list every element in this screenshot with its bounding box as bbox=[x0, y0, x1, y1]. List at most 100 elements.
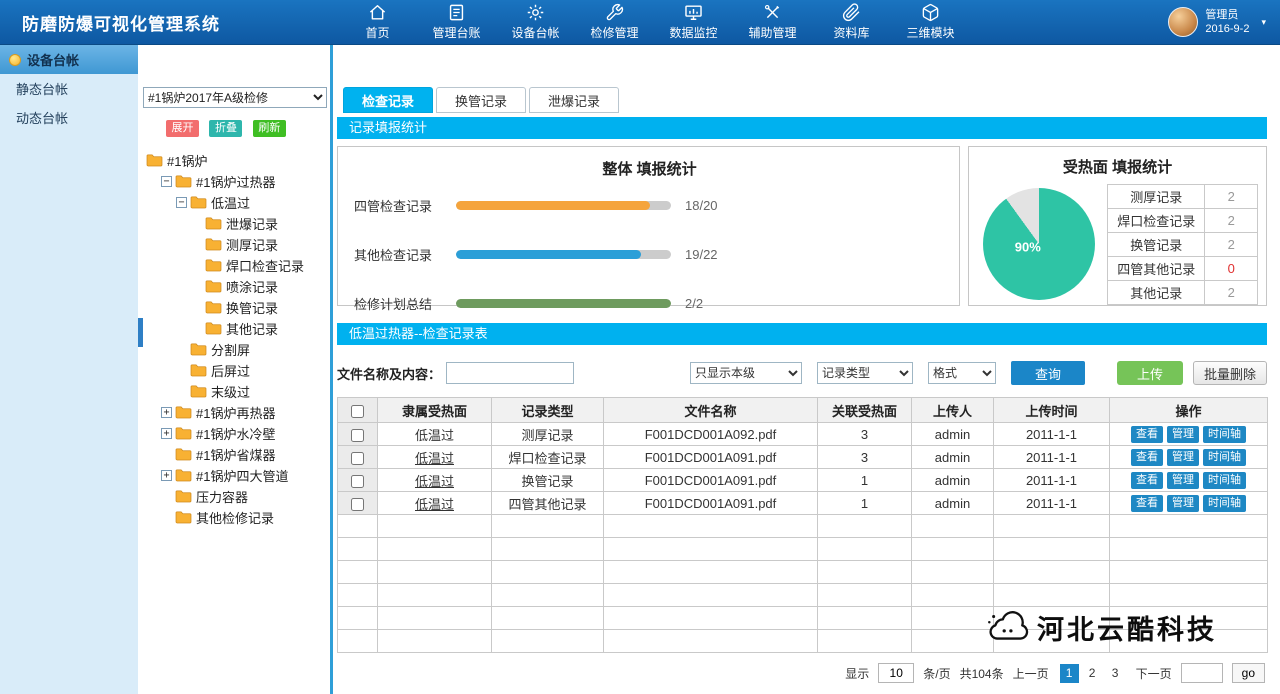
tree-node-label: #1锅炉水冷壁 bbox=[196, 424, 275, 443]
row-checkbox[interactable] bbox=[351, 475, 364, 488]
user-box[interactable]: 管理员 2016-9-2 ▾ bbox=[1168, 7, 1280, 37]
tree-node[interactable]: #1锅炉省煤器 bbox=[138, 444, 330, 465]
nav-item-home[interactable]: 首页 bbox=[338, 0, 417, 45]
page-number-1[interactable]: 1 bbox=[1060, 664, 1079, 683]
page-number-2[interactable]: 2 bbox=[1083, 664, 1102, 683]
view-button[interactable]: 查看 bbox=[1131, 472, 1163, 489]
surface-cell: 低温过 bbox=[378, 469, 492, 492]
go-button[interactable]: go bbox=[1232, 663, 1265, 683]
folder-icon bbox=[205, 300, 222, 314]
tree-node[interactable]: 换管记录 bbox=[138, 297, 330, 318]
view-button[interactable]: 查看 bbox=[1131, 449, 1163, 466]
prev-page-button[interactable]: 上一页 bbox=[1013, 665, 1049, 682]
timeline-button[interactable]: 时间轴 bbox=[1203, 472, 1246, 489]
nav-label: 资料库 bbox=[833, 24, 869, 41]
tree-node[interactable]: −#1锅炉过热器 bbox=[138, 171, 330, 192]
timeline-button[interactable]: 时间轴 bbox=[1203, 426, 1246, 443]
select-all-checkbox[interactable] bbox=[351, 405, 364, 418]
manage-button[interactable]: 管理 bbox=[1167, 472, 1199, 489]
surface-link[interactable]: 低温过 bbox=[415, 474, 454, 489]
tree-node[interactable]: +#1锅炉四大管道 bbox=[138, 465, 330, 486]
tab-inspection-records[interactable]: 检查记录 bbox=[343, 87, 433, 113]
row-checkbox[interactable] bbox=[351, 452, 364, 465]
tree-node[interactable]: 喷涂记录 bbox=[138, 276, 330, 297]
view-button[interactable]: 查看 bbox=[1131, 426, 1163, 443]
monitor-icon bbox=[684, 3, 703, 22]
refresh-button[interactable]: 刷新 bbox=[253, 120, 286, 137]
nav-label: 首页 bbox=[365, 24, 389, 41]
equipment-tree: #1锅炉−#1锅炉过热器−低温过泄爆记录测厚记录焊口检查记录喷涂记录换管记录其他… bbox=[138, 150, 330, 528]
filename-filter-input[interactable] bbox=[446, 362, 574, 384]
search-button[interactable]: 查询 bbox=[1011, 361, 1085, 385]
nav-item-auxiliary[interactable]: 辅助管理 bbox=[733, 0, 812, 45]
manage-button[interactable]: 管理 bbox=[1167, 495, 1199, 512]
surface-link[interactable]: 低温过 bbox=[415, 451, 454, 466]
nav-item-management-ledger[interactable]: 管理台账 bbox=[417, 0, 496, 45]
expand-node-icon[interactable]: + bbox=[161, 428, 172, 439]
row-checkbox[interactable] bbox=[351, 429, 364, 442]
tree-node[interactable]: #1锅炉 bbox=[138, 150, 330, 171]
view-button[interactable]: 查看 bbox=[1131, 495, 1163, 512]
assoc-surface-cell: 1 bbox=[818, 492, 912, 515]
batch-delete-button[interactable]: 批量删除 bbox=[1193, 361, 1267, 385]
tree-node-label: 喷涂记录 bbox=[226, 277, 278, 296]
progress-value: 18/20 bbox=[685, 198, 718, 213]
record-type-select[interactable]: 记录类型 bbox=[817, 362, 913, 384]
progress-value: 19/22 bbox=[685, 247, 718, 262]
nav-item-equipment-ledger[interactable]: 设备台帐 bbox=[496, 0, 575, 45]
collapse-node-icon[interactable]: − bbox=[176, 197, 187, 208]
page-size-input[interactable] bbox=[878, 663, 914, 683]
next-page-button[interactable]: 下一页 bbox=[1136, 665, 1172, 682]
manage-button[interactable]: 管理 bbox=[1167, 426, 1199, 443]
scope-select[interactable]: 只显示本级 bbox=[690, 362, 802, 384]
sidebar-item-static-ledger[interactable]: 静态台帐 bbox=[0, 74, 138, 103]
tree-node[interactable]: + #1锅炉水冷壁 bbox=[138, 423, 330, 444]
actions-cell: 查看管理时间轴 bbox=[1110, 446, 1268, 469]
actions-cell: 查看管理时间轴 bbox=[1110, 423, 1268, 446]
tree-node[interactable]: 分割屏 bbox=[138, 339, 330, 360]
tree-node[interactable]: −低温过 bbox=[138, 192, 330, 213]
collapse-node-icon[interactable]: − bbox=[161, 176, 172, 187]
tree-node-label: 测厚记录 bbox=[226, 235, 278, 254]
upload-time-cell: 2011-1-1 bbox=[994, 469, 1110, 492]
column-header: 上传人 bbox=[912, 398, 994, 423]
expand-node-icon[interactable]: + bbox=[161, 407, 172, 418]
surface-link[interactable]: 低温过 bbox=[415, 497, 454, 512]
goto-page-input[interactable] bbox=[1181, 663, 1223, 683]
page-number-3[interactable]: 3 bbox=[1106, 664, 1125, 683]
row-checkbox[interactable] bbox=[351, 498, 364, 511]
tree-node[interactable]: 末级过 bbox=[138, 381, 330, 402]
tree-node[interactable]: 测厚记录 bbox=[138, 234, 330, 255]
tree-node[interactable]: 后屏过 bbox=[138, 360, 330, 381]
surface-stat-label: 四管其他记录 bbox=[1108, 257, 1205, 281]
tab-burst-records[interactable]: 泄爆记录 bbox=[529, 87, 619, 113]
surface-stat-label: 焊口检查记录 bbox=[1108, 209, 1205, 233]
timeline-button[interactable]: 时间轴 bbox=[1203, 495, 1246, 512]
tree-node[interactable]: 其他检修记录 bbox=[138, 507, 330, 528]
sidebar-item-equipment-ledger[interactable]: 设备台帐 bbox=[0, 45, 138, 74]
progress-label: 四管检查记录 bbox=[354, 196, 456, 215]
collapse-button[interactable]: 折叠 bbox=[209, 120, 242, 137]
nav-item-library[interactable]: 资料库 bbox=[812, 0, 891, 45]
expand-node-icon[interactable]: + bbox=[161, 470, 172, 481]
tree-node[interactable]: +#1锅炉再热器 bbox=[138, 402, 330, 423]
tree-node[interactable]: 泄爆记录 bbox=[138, 213, 330, 234]
nav-item-data-monitor[interactable]: 数据监控 bbox=[654, 0, 733, 45]
timeline-button[interactable]: 时间轴 bbox=[1203, 449, 1246, 466]
tree-node-label: 其他检修记录 bbox=[196, 508, 274, 527]
nav-item-3d-module[interactable]: 三维模块 bbox=[891, 0, 970, 45]
manage-button[interactable]: 管理 bbox=[1167, 449, 1199, 466]
tree-node[interactable]: 其他记录 bbox=[138, 318, 330, 339]
inspection-round-select[interactable]: #1锅炉2017年A级检修 bbox=[143, 87, 327, 108]
sidebar-item-dynamic-ledger[interactable]: 动态台帐 bbox=[0, 103, 138, 132]
tab-tube-change-records[interactable]: 换管记录 bbox=[436, 87, 526, 113]
tree-node-label: 分割屏 bbox=[211, 340, 250, 359]
format-select[interactable]: 格式 bbox=[928, 362, 996, 384]
upload-button[interactable]: 上传 bbox=[1117, 361, 1183, 385]
expand-button[interactable]: 展开 bbox=[166, 120, 199, 137]
tree-node[interactable]: 焊口检查记录 bbox=[138, 255, 330, 276]
tree-scrollbar-thumb[interactable] bbox=[138, 318, 143, 347]
folder-icon bbox=[190, 195, 207, 209]
tree-node[interactable]: 压力容器 bbox=[138, 486, 330, 507]
nav-item-maintenance[interactable]: 检修管理 bbox=[575, 0, 654, 45]
